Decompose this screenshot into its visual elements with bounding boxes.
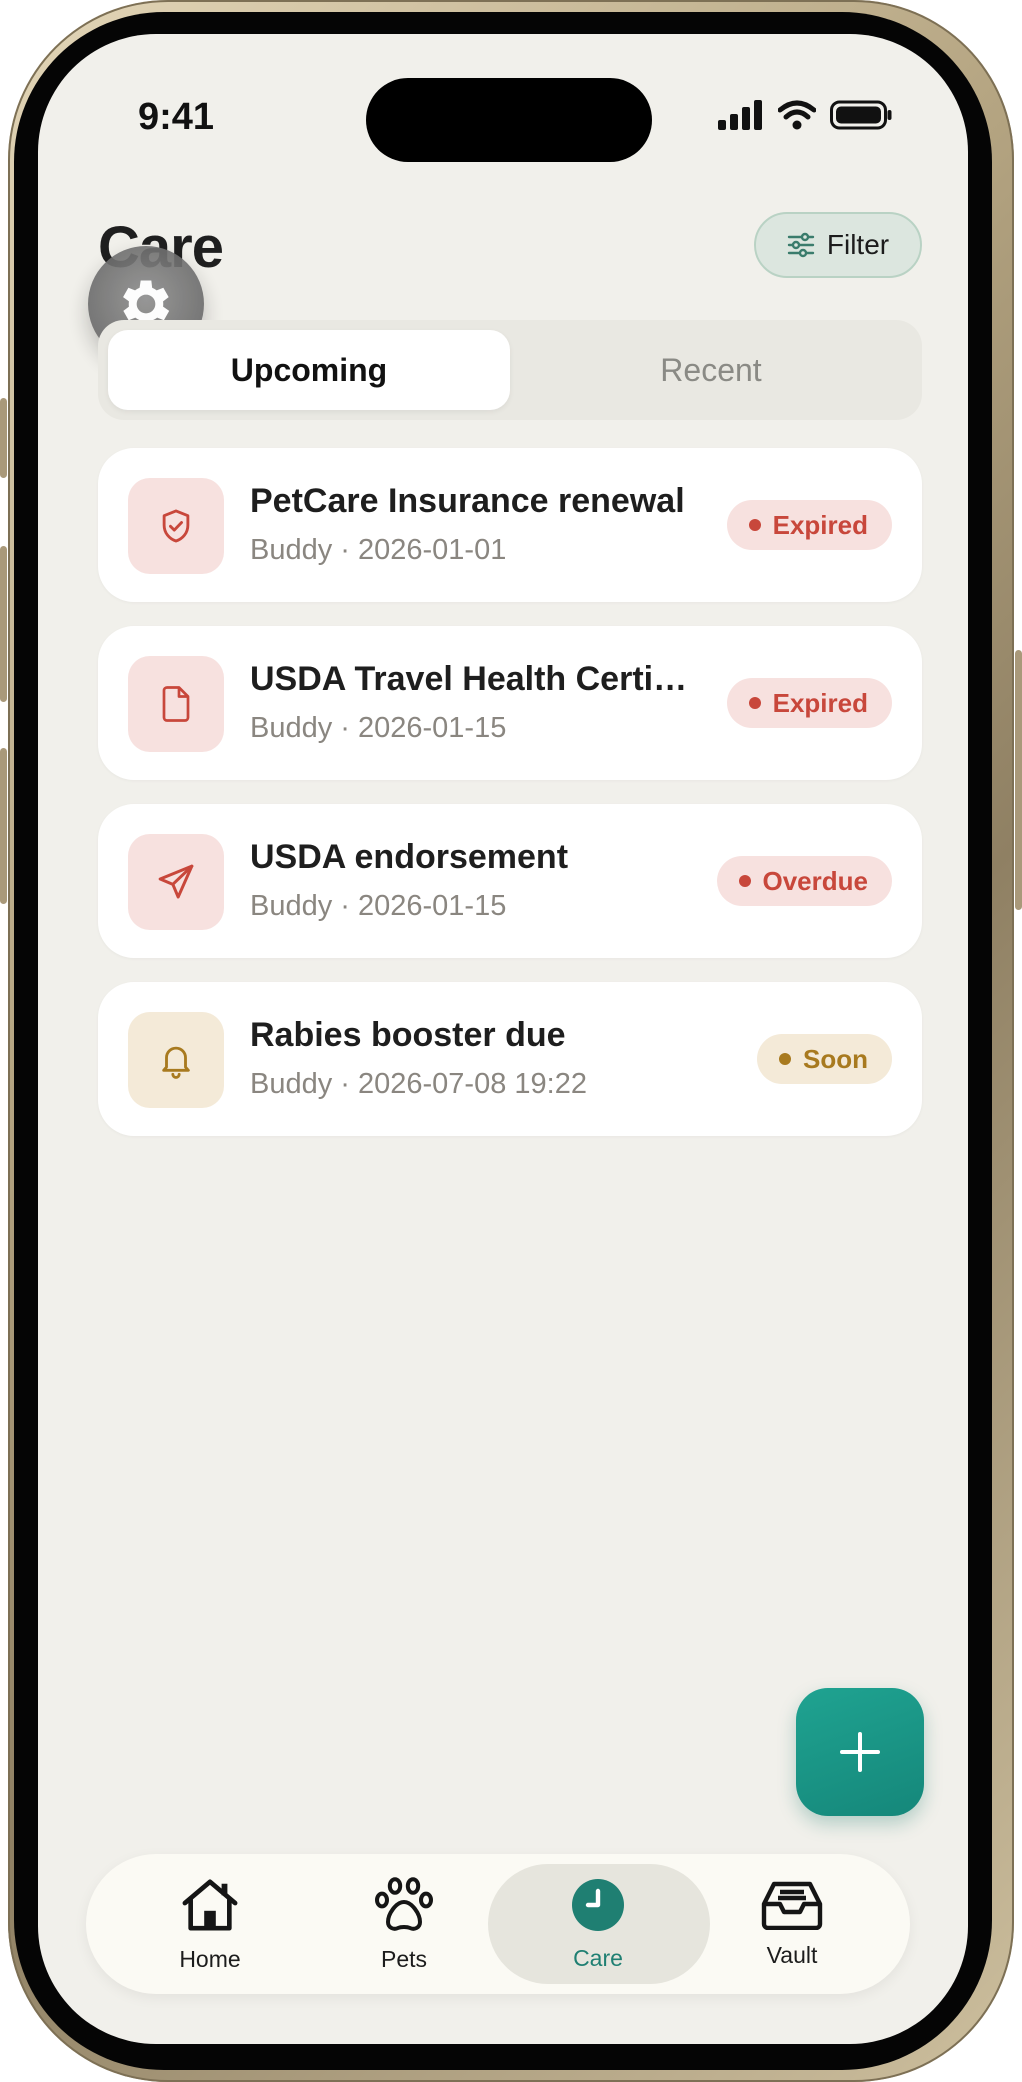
app-screen: 9:41 Care xyxy=(38,34,968,2044)
battery-icon xyxy=(830,100,892,130)
item-title: USDA Travel Health Certi… xyxy=(250,660,688,698)
dynamic-island xyxy=(366,78,652,162)
item-title: USDA endorsement xyxy=(250,838,569,876)
tab-upcoming[interactable]: Upcoming xyxy=(108,330,510,410)
care-item-card[interactable]: Rabies booster due Buddy · 2026-07-08 19… xyxy=(98,982,922,1136)
wifi-icon xyxy=(778,100,816,130)
bottom-tab-bar: Home Pets Care Vault xyxy=(86,1854,910,1994)
document-icon xyxy=(162,686,190,722)
item-icon-tile xyxy=(128,478,224,574)
care-item-card[interactable]: USDA endorsement Buddy · 2026-01-15 Over… xyxy=(98,804,922,958)
filter-button[interactable]: Filter xyxy=(754,212,922,278)
tab-label: Care xyxy=(573,1944,623,1971)
tab-recent[interactable]: Recent xyxy=(510,330,912,410)
status-icons xyxy=(718,100,892,130)
status-dot xyxy=(748,519,761,531)
item-icon-tile xyxy=(128,834,224,930)
signal-icon xyxy=(718,100,762,130)
item-icon-tile xyxy=(128,1012,224,1108)
status-badge: Overdue xyxy=(716,856,892,906)
tab-vault[interactable]: Vault xyxy=(692,1854,892,1994)
tab-label: Pets xyxy=(380,1945,428,1972)
action-button xyxy=(0,398,7,478)
home-icon xyxy=(179,1876,241,1940)
tab-home[interactable]: Home xyxy=(110,1854,310,1994)
tab-label: Home xyxy=(179,1945,241,1972)
plus-icon xyxy=(840,1732,880,1772)
item-title: Rabies booster due xyxy=(250,1016,566,1054)
status-label: Expired xyxy=(772,687,868,718)
power-button xyxy=(1015,650,1022,910)
bell-icon xyxy=(162,1046,190,1079)
care-item-card[interactable]: PetCare Insurance renewal Buddy · 2026-0… xyxy=(98,448,922,602)
status-badge: Soon xyxy=(757,1034,892,1084)
shield-check-icon xyxy=(162,509,190,543)
item-subtitle: Buddy · 2026-01-15 xyxy=(250,712,507,744)
status-dot xyxy=(779,1053,791,1065)
segmented-control: Upcoming Recent xyxy=(98,320,922,420)
volume-up-button xyxy=(0,546,7,702)
filter-label: Filter xyxy=(826,229,890,260)
status-badge: Expired xyxy=(726,500,892,550)
volume-down-button xyxy=(0,748,7,904)
item-title: PetCare Insurance renewal xyxy=(250,482,685,520)
tab-pets[interactable]: Pets xyxy=(304,1854,504,1994)
status-label: Overdue xyxy=(762,865,869,896)
clock-icon xyxy=(570,1877,626,1939)
item-subtitle: Buddy · 2026-01-01 xyxy=(250,534,507,566)
item-subtitle: Buddy · 2026-07-08 19:22 xyxy=(250,1068,587,1100)
care-item-card[interactable]: USDA Travel Health Certi… Buddy · 2026-0… xyxy=(98,626,922,780)
item-subtitle: Buddy · 2026-01-15 xyxy=(250,890,507,922)
status-dot xyxy=(748,697,761,709)
inbox-icon xyxy=(760,1880,824,1936)
tab-care[interactable]: Care xyxy=(488,1854,710,1994)
item-icon-tile xyxy=(128,656,224,752)
send-icon xyxy=(158,864,194,899)
add-item-button[interactable] xyxy=(796,1688,924,1816)
status-time: 9:41 xyxy=(138,96,215,138)
paw-icon xyxy=(374,1876,434,1940)
tab-label: Vault xyxy=(766,1941,818,1968)
status-label: Soon xyxy=(803,1043,868,1074)
status-dot xyxy=(738,875,751,887)
sliders-icon xyxy=(787,232,815,258)
status-label: Expired xyxy=(772,509,868,540)
status-badge: Expired xyxy=(726,678,892,728)
